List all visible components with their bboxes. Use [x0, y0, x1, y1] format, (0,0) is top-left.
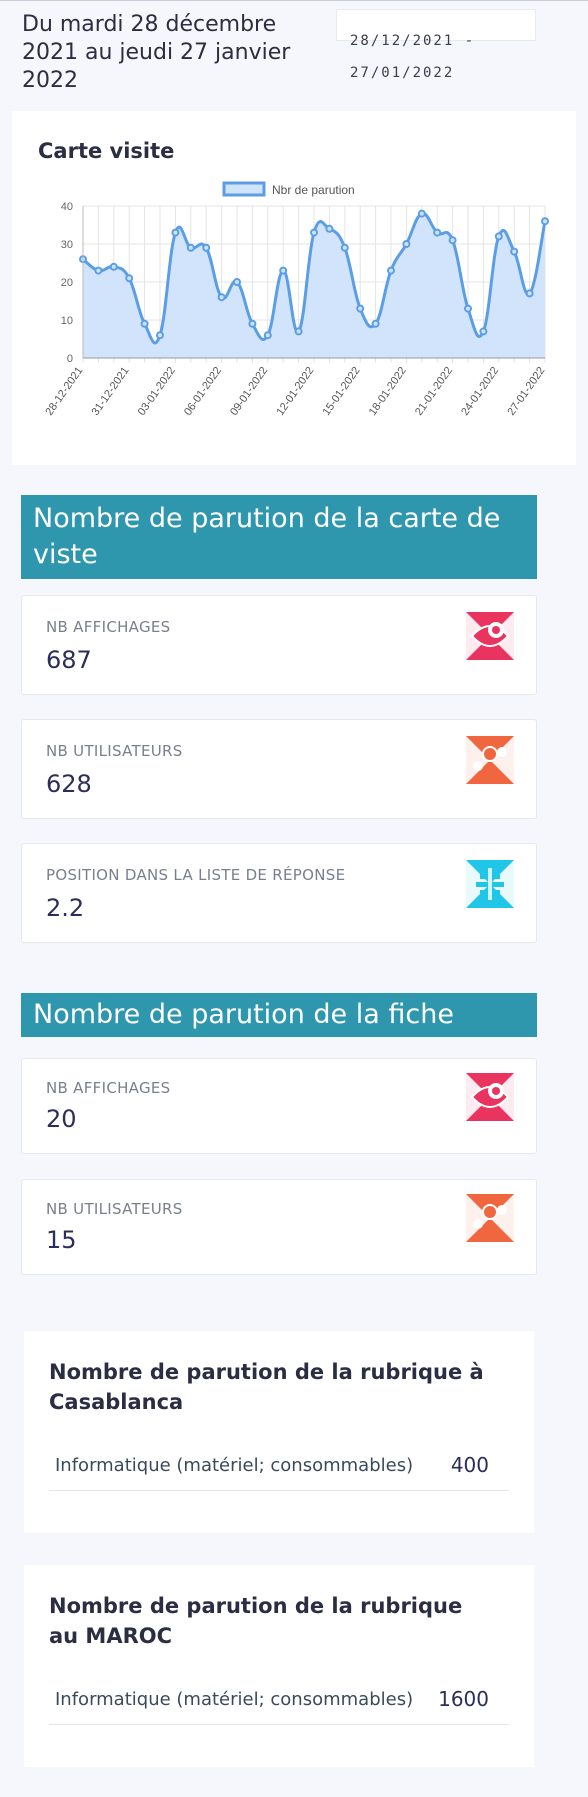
users-icon	[466, 736, 514, 784]
date-range-end: 27/01/2022	[350, 65, 455, 81]
x-tick-label: 09-01-2022	[228, 365, 270, 418]
data-point	[186, 243, 195, 252]
period-text: Du mardi 28 décembre 2021 au jeudi 27 ja…	[22, 12, 291, 93]
y-tick-label: 10	[61, 315, 73, 327]
stat-value: 687	[46, 646, 92, 674]
legend-label: Nbr de parution	[272, 183, 355, 197]
list-item: Informatique (matériel; consommables) 16…	[49, 1675, 509, 1725]
data-point	[171, 228, 180, 237]
list-position-icon	[466, 860, 514, 908]
data-point	[109, 262, 118, 271]
y-tick-label: 0	[67, 353, 73, 365]
users-icon	[466, 1194, 514, 1242]
eye-icon	[466, 612, 514, 660]
data-point	[217, 293, 226, 302]
data-point	[387, 266, 395, 275]
stat-label: NB AFFICHAGES	[46, 618, 171, 636]
data-point	[494, 232, 503, 241]
parution-chart: 01020304028-12-2021 31-12-2021 03-01-2022 0…	[43, 181, 549, 418]
legend-swatch	[222, 181, 266, 197]
stat-value: 628	[46, 770, 92, 798]
stat-card-position: POSITION DANS LA LISTE DE RÉPONSE 2.2	[21, 843, 537, 943]
stat-value: 15	[46, 1226, 77, 1254]
list-item: Informatique (matériel; consommables) 40…	[49, 1441, 509, 1491]
data-point	[433, 228, 442, 237]
x-tick-label: 24-01-2022	[459, 365, 501, 418]
data-point	[402, 240, 411, 248]
stat-label: NB UTILISATEURS	[46, 742, 183, 760]
x-tick-label: 12-01-2022	[274, 365, 316, 418]
data-point	[464, 304, 472, 313]
rubric-title: Nombre de parution de la rubrique au MAR…	[49, 1594, 463, 1648]
data-point	[94, 266, 103, 275]
stat-label: NB AFFICHAGES	[46, 1079, 171, 1097]
data-point	[325, 224, 334, 233]
data-point	[340, 243, 349, 252]
stat-label: NB UTILISATEURS	[46, 1200, 183, 1218]
section-header-carte: Nombre de parution de la carte de viste	[21, 495, 537, 579]
rubric-name: Informatique (matériel; consommables)	[55, 1455, 414, 1476]
data-point	[140, 319, 149, 328]
date-range-start: 28/12/2021 -	[350, 33, 476, 49]
rubric-count: 1600	[438, 1687, 489, 1711]
stat-value: 20	[46, 1105, 77, 1133]
x-tick-label: 27-01-2022	[505, 365, 547, 418]
stat-card-fiche-utilisateurs: NB UTILISATEURS 15	[21, 1179, 537, 1275]
y-tick-label: 20	[61, 277, 73, 289]
x-tick-label: 06-01-2022	[182, 365, 224, 418]
y-tick-label: 30	[61, 239, 73, 251]
data-point	[371, 319, 380, 328]
stat-card-utilisateurs: NB UTILISATEURS 628	[21, 719, 537, 819]
data-point	[202, 243, 211, 252]
eye-icon	[466, 1073, 514, 1121]
date-range-display[interactable]: 28/12/2021 - 27/01/2022	[336, 9, 536, 89]
data-point	[125, 274, 134, 283]
data-point	[510, 247, 519, 256]
data-point	[233, 278, 241, 286]
data-point	[156, 331, 164, 340]
stat-label: POSITION DANS LA LISTE DE RÉPONSE	[46, 866, 346, 884]
x-tick-label: 15-01-2022	[321, 365, 363, 418]
data-point	[448, 236, 457, 245]
data-point	[263, 331, 272, 340]
data-point	[417, 209, 426, 218]
data-point	[310, 228, 318, 237]
rubric-count: 400	[450, 1453, 489, 1477]
x-tick-label: 18-01-2022	[367, 365, 409, 418]
stat-value: 2.2	[46, 894, 85, 922]
stat-card-affichages: NB AFFICHAGES 687	[21, 595, 537, 695]
data-point	[294, 327, 303, 336]
data-point	[356, 304, 365, 313]
rubric-name: Informatique (matériel; consommables)	[55, 1689, 414, 1710]
data-point	[479, 327, 488, 336]
data-point	[279, 266, 288, 275]
rubric-card-maroc: Nombre de parution de la rubrique au MAR…	[24, 1565, 534, 1767]
chart-card: Carte visite 0 10 20 30 40 28-12-2021 31-12-20…	[12, 111, 576, 465]
data-point	[525, 289, 534, 298]
x-tick-label: 31-12-2021	[90, 365, 132, 418]
x-tick-label: 28-12-2021	[43, 365, 85, 418]
period-header: Du mardi 28 décembre 2021 au jeudi 27 ja…	[0, 1, 588, 101]
section-header-fiche: Nombre de parution de la fiche	[21, 993, 537, 1037]
x-tick-label: 21-01-2022	[413, 365, 455, 418]
rubric-card-casablanca: Nombre de parution de la rubrique à Casa…	[24, 1331, 534, 1533]
y-tick-label: 40	[61, 201, 73, 213]
stat-card-fiche-affichages: NB AFFICHAGES 20	[21, 1058, 537, 1154]
chart-card-title: Carte visite	[38, 139, 175, 163]
data-point	[541, 217, 549, 226]
rubric-title: Nombre de parution de la rubrique à Casa…	[49, 1360, 484, 1414]
x-tick-label: 03-01-2022	[136, 365, 178, 418]
data-point	[248, 319, 257, 328]
